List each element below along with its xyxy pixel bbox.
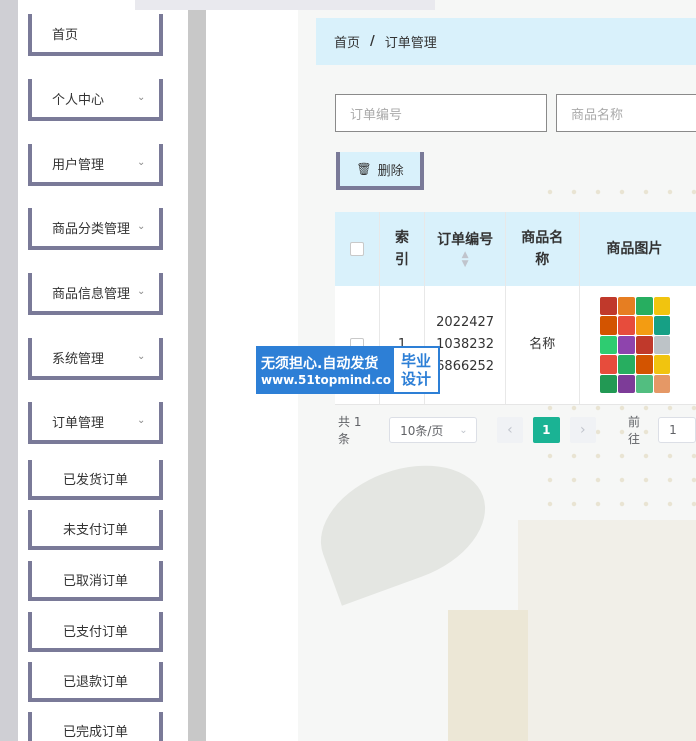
sidebar-subitem-label: 未支付订单 (62, 522, 128, 538)
sidebar-subitem-refunded[interactable]: 已退款订单 (28, 662, 163, 702)
sidebar-item-label: 首页 (52, 27, 79, 43)
row-product-image (580, 286, 696, 404)
column-header-label: 商品名称 (521, 230, 564, 268)
sidebar-subitem-unpaid[interactable]: 未支付订单 (28, 510, 163, 550)
row-product-name: 名称 (506, 286, 580, 404)
column-header-product-image: 商品图片 (580, 212, 696, 286)
sidebar-item-categories[interactable]: 商品分类管理 ⌄ (28, 198, 163, 250)
background-decoration (304, 444, 502, 606)
watermark-badge: 毕业 设计 (392, 346, 440, 394)
watermark-line1: 无须担心.自动发货 (261, 356, 379, 372)
page-size-value: 10条/页 (400, 423, 444, 438)
menu-tab-decoration (28, 198, 52, 216)
delete-button[interactable]: 🗑 删除 (336, 152, 424, 190)
sidebar-subitem-label: 已退款订单 (62, 674, 128, 690)
menu-tab-decoration (28, 328, 52, 346)
sidebar-subitem-label: 已发货订单 (62, 472, 128, 488)
page-number-current[interactable]: 1 (533, 417, 560, 443)
sidebar-item-system[interactable]: 系统管理 ⌄ (28, 328, 163, 380)
breadcrumb-current: 订单管理 (384, 36, 437, 51)
column-header-order-no[interactable]: 订单编号 ▲ ▼ (425, 212, 506, 286)
sidebar-item-label: 用户管理 (52, 157, 105, 173)
chevron-down-icon: ⌄ (137, 221, 146, 232)
product-thumbnail[interactable] (600, 297, 671, 393)
chevron-down-icon: ⌄ (137, 351, 146, 362)
chevron-down-icon: ⌄ (137, 415, 146, 426)
product-name-search-input[interactable]: 商品名称 (556, 94, 696, 132)
prev-page-button[interactable]: ‹ (496, 417, 524, 443)
pagination: 共 1 条 10条/页 ⌄ ‹ 1 › 前往 1 (338, 413, 696, 447)
goto-page: 前往 1 (628, 413, 696, 447)
order-no-search-input[interactable]: 订单编号 (335, 94, 547, 132)
goto-label: 前往 (628, 415, 641, 446)
table-header: 索引 订单编号 ▲ ▼ 商品名称 商品图片 (335, 212, 696, 286)
sidebar-item-orders[interactable]: 订单管理 ⌄ (28, 392, 163, 444)
chevron-down-icon: ⌄ (137, 286, 146, 297)
left-edge-bar (0, 0, 18, 741)
chevron-down-icon: ⌄ (137, 157, 146, 168)
sidebar-subitem-label: 已取消订单 (62, 573, 128, 589)
watermark-banner: 无须担心.自动发货 www.51topmind.com 毕业 设计 (256, 346, 440, 394)
sidebar-item-users[interactable]: 用户管理 ⌄ (28, 134, 163, 186)
sidebar: 首页 个人中心 ⌄ 用户管理 ⌄ 商品分类管理 ⌄ 商品信息管理 ⌄ 系统管理 … (18, 0, 188, 741)
watermark-badge-line1: 毕业 (400, 352, 431, 370)
menu-tab-decoration (28, 263, 52, 281)
menu-tab-decoration (28, 392, 52, 410)
next-page-button[interactable]: › (569, 417, 596, 443)
goto-page-input[interactable]: 1 (658, 417, 696, 443)
background-decoration (518, 520, 696, 741)
column-header-product-name[interactable]: 商品名称 (506, 212, 580, 286)
select-all-cell (335, 212, 380, 286)
sidebar-subitem-label: 已支付订单 (62, 624, 128, 640)
sidebar-item-products[interactable]: 商品信息管理 ⌄ (28, 263, 163, 315)
product-name-placeholder: 商品名称 (571, 107, 624, 123)
breadcrumb-separator: / (370, 34, 375, 49)
sidebar-item-label: 系统管理 (52, 351, 105, 367)
delete-button-label: 删除 (377, 163, 404, 179)
sidebar-subitem-shipped[interactable]: 已发货订单 (28, 460, 163, 500)
column-header-index[interactable]: 索引 (380, 212, 426, 286)
sidebar-scrollbar[interactable] (188, 0, 206, 741)
sidebar-subitem-paid[interactable]: 已支付订单 (28, 612, 163, 652)
breadcrumb-home[interactable]: 首页 (334, 32, 360, 51)
sidebar-item-home[interactable]: 首页 (28, 14, 163, 56)
sidebar-item-label: 订单管理 (52, 415, 105, 431)
order-no-placeholder: 订单编号 (350, 107, 403, 123)
sort-icon[interactable]: ▲ ▼ (462, 251, 469, 269)
order-no-value: 20224271038232 6866252 (436, 315, 495, 374)
sidebar-item-profile[interactable]: 个人中心 ⌄ (28, 69, 163, 121)
chevron-down-icon: ⌄ (137, 92, 146, 103)
select-all-checkbox[interactable] (349, 242, 364, 256)
column-header-label: 商品图片 (606, 241, 663, 257)
chevron-down-icon: ⌄ (459, 424, 468, 436)
sidebar-item-label: 商品信息管理 (52, 286, 131, 302)
sidebar-subitem-cancelled[interactable]: 已取消订单 (28, 561, 163, 601)
sidebar-item-label: 商品分类管理 (52, 221, 131, 237)
background-decoration (448, 610, 528, 741)
breadcrumb: 首页 / 订单管理 (316, 18, 696, 65)
trash-icon: 🗑 (356, 162, 372, 176)
pagination-total: 共 1 条 (338, 415, 362, 446)
page-size-select[interactable]: 10条/页 ⌄ (389, 417, 477, 443)
column-header-label: 索引 (394, 230, 409, 268)
column-header-label: 订单编号 (437, 232, 494, 248)
menu-tab-decoration (28, 134, 52, 152)
goto-page-value: 1 (669, 423, 677, 437)
top-fade-bar (135, 0, 435, 10)
watermark-line2: www.51topmind.com (261, 373, 404, 387)
sidebar-subitem-label: 已完成订单 (62, 724, 128, 740)
sidebar-subitem-completed[interactable]: 已完成订单 (28, 712, 163, 741)
watermark-badge-line2: 设计 (400, 370, 431, 388)
watermark-text: 无须担心.自动发货 www.51topmind.com (256, 346, 404, 394)
sidebar-item-label: 个人中心 (52, 92, 105, 108)
menu-tab-decoration (28, 69, 52, 87)
